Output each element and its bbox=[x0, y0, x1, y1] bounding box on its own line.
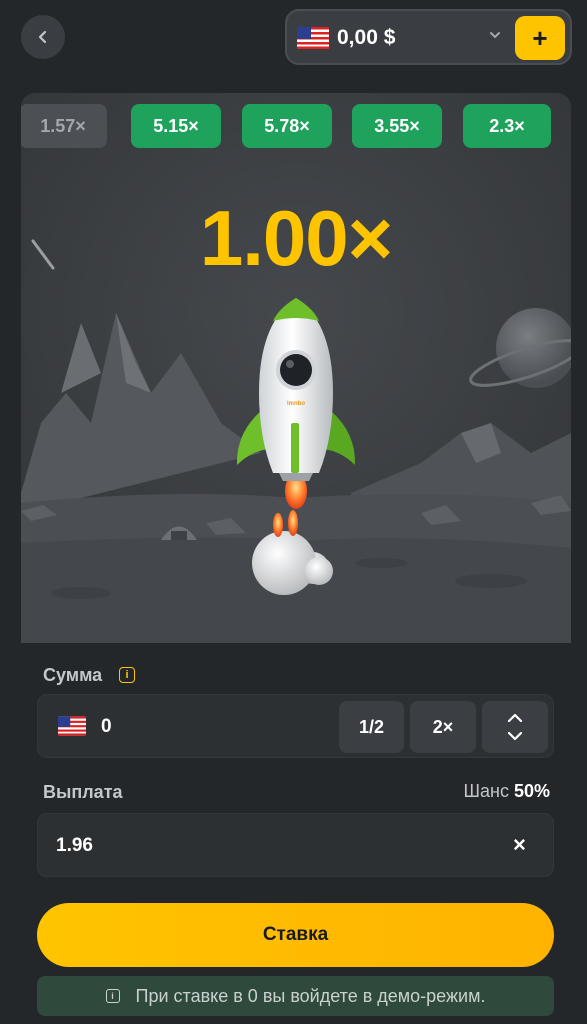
double-button[interactable]: 2× bbox=[410, 701, 476, 753]
payout-field: 1.96 × bbox=[37, 813, 554, 877]
current-multiplier: 1.00× bbox=[199, 194, 393, 282]
payout-label: Выплата bbox=[43, 782, 123, 802]
chance-indicator: Шанс 50% bbox=[464, 781, 551, 802]
rocket-brand-text: lmnbo bbox=[287, 401, 305, 407]
info-icon: i bbox=[105, 989, 120, 1003]
amount-field: 0 1/2 2× bbox=[37, 694, 554, 758]
top-bar: 0,00 $ + bbox=[0, 0, 587, 76]
balance-amount: 0,00 $ bbox=[337, 26, 396, 49]
chevron-down-icon bbox=[490, 32, 500, 39]
multiplier-history: 1.57× 5.15× 5.78× 3.55× 2.3× bbox=[21, 104, 571, 148]
clear-payout-button[interactable]: × bbox=[513, 832, 526, 858]
history-chip: 5.15× bbox=[131, 104, 221, 148]
chance-label: Шанс bbox=[463, 781, 509, 801]
amount-input[interactable]: 0 bbox=[101, 716, 112, 738]
demo-notice: i При ставке в 0 вы войдете в демо-режим… bbox=[37, 976, 554, 1016]
demo-notice-text: При ставке в 0 вы войдете в демо-режим. bbox=[135, 985, 486, 1006]
us-flag-icon bbox=[297, 27, 329, 49]
history-chip: 2.3× bbox=[463, 104, 551, 148]
history-chip: 3.55× bbox=[352, 104, 442, 148]
history-chip: 5.78× bbox=[242, 104, 332, 148]
chevron-up-down-icon bbox=[507, 713, 523, 741]
us-flag-icon bbox=[58, 716, 86, 736]
chevron-left-icon bbox=[38, 30, 47, 44]
balance-selector[interactable]: 0,00 $ + bbox=[285, 9, 572, 65]
moon-landscape: lmnbo bbox=[21, 93, 571, 643]
back-button[interactable] bbox=[21, 15, 65, 59]
deposit-button[interactable]: + bbox=[515, 16, 565, 60]
amount-stepper[interactable] bbox=[482, 701, 548, 753]
game-area: lmnbo 1.57× 5.15× 5.78× 3.55× 2.3× 1.00× bbox=[21, 93, 571, 643]
place-bet-button[interactable]: Ставка bbox=[37, 903, 554, 967]
history-chip: 1.57× bbox=[21, 104, 107, 148]
payout-input[interactable]: 1.96 bbox=[56, 835, 93, 857]
info-icon[interactable]: i bbox=[119, 667, 135, 683]
chance-value: 50% bbox=[513, 781, 550, 801]
amount-label: Сумма bbox=[43, 665, 103, 685]
half-button[interactable]: 1/2 bbox=[339, 701, 404, 753]
